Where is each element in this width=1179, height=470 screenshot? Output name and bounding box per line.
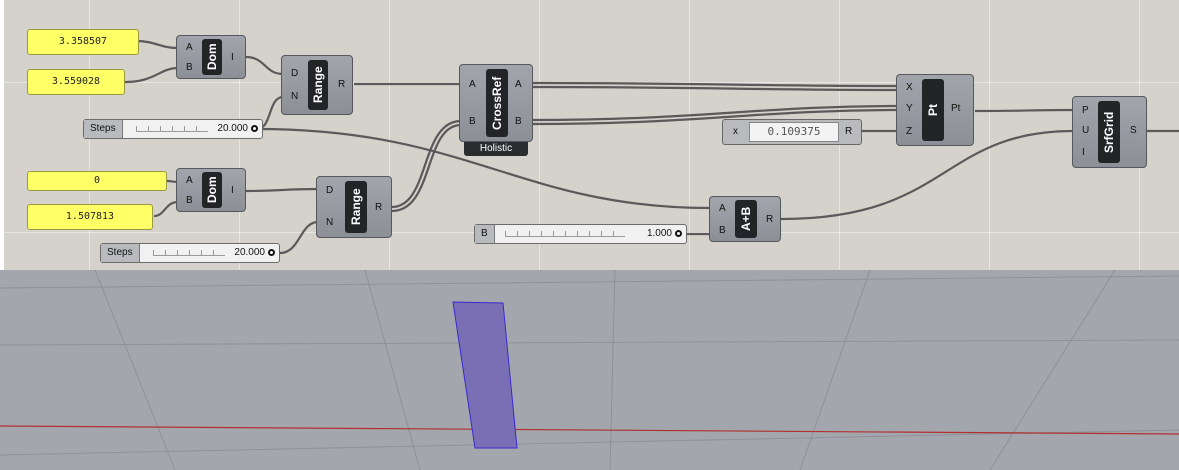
construct-domain-component[interactable]: A B Dom I — [176, 168, 246, 212]
panel-value: 3.358507 — [58, 36, 108, 47]
value-panel[interactable]: 3.358507 — [27, 29, 139, 55]
component-core: Range — [308, 60, 328, 110]
panel-value: 0 — [93, 175, 101, 186]
slider-label: B — [475, 225, 495, 243]
grasshopper-canvas[interactable]: 3.358507 3.559028 0 1.507813 A B Dom I D… — [4, 0, 1179, 270]
output-r-label: R — [766, 214, 774, 225]
slider-grip-icon[interactable] — [251, 125, 258, 132]
slider-value: 20.000 — [234, 247, 265, 258]
input-a-label: A — [186, 175, 193, 186]
input-d-label: D — [326, 185, 334, 196]
wire — [532, 81, 899, 88]
input-a-label: A — [719, 203, 726, 214]
grid-line — [94, 270, 176, 470]
value-panel[interactable]: 0 — [27, 171, 167, 191]
input-b-label: B — [719, 225, 726, 236]
construct-domain-component[interactable]: A B Dom I — [176, 35, 246, 79]
steps-slider[interactable]: Steps 20.000 — [83, 119, 263, 139]
number-box-value[interactable]: 0.109375 — [749, 122, 839, 142]
rhino-viewport[interactable] — [0, 270, 1179, 470]
viewport-scene — [0, 270, 1179, 470]
wire — [391, 119, 462, 209]
wire — [279, 220, 319, 255]
slider-value: 20.000 — [217, 123, 248, 134]
b-slider[interactable]: B 1.000 — [474, 224, 687, 244]
wire — [391, 123, 462, 213]
crossref-component[interactable]: A B CrossRef A B — [459, 64, 533, 142]
input-d-label: D — [291, 68, 299, 79]
input-b-label: B — [469, 116, 476, 127]
grid-line — [364, 270, 421, 470]
grid-line — [0, 339, 1179, 346]
wire — [245, 187, 319, 193]
output-s-label: S — [1130, 125, 1137, 136]
input-b-label: B — [186, 62, 193, 73]
input-a-label: A — [469, 79, 476, 90]
slider-grip-icon[interactable] — [675, 230, 682, 237]
component-core: Range — [345, 181, 367, 233]
wire — [532, 85, 899, 92]
output-r-label: R — [375, 202, 383, 213]
input-u-label: U — [1082, 125, 1090, 136]
panel-value: 3.559028 — [51, 76, 101, 87]
slider-label: Steps — [101, 244, 140, 262]
steps-slider[interactable]: Steps 20.000 — [100, 243, 280, 263]
slider-track[interactable] — [153, 250, 225, 256]
number-box-label: x — [733, 126, 738, 137]
value-panel[interactable]: 1.507813 — [27, 204, 153, 230]
wire — [135, 39, 179, 50]
number-box[interactable]: x 0.109375 R — [722, 119, 862, 145]
wire — [153, 200, 179, 218]
component-core: SrfGrid — [1098, 101, 1120, 163]
input-y-label: Y — [906, 103, 913, 114]
crossref-mode-caption: Holistic — [464, 142, 528, 156]
output-r-label: R — [338, 79, 346, 90]
slider-track[interactable] — [136, 126, 208, 132]
number-box-output-label: R — [845, 126, 853, 137]
addition-component[interactable]: A B A+B R — [709, 196, 781, 242]
range-component[interactable]: D N Range R — [316, 176, 392, 238]
grid-line — [799, 270, 871, 470]
surface-preview — [452, 301, 518, 449]
output-i-label: I — [231, 185, 234, 196]
x-axis-line — [0, 425, 1179, 435]
surface-grid-component[interactable]: P U I SrfGrid S — [1072, 96, 1147, 168]
component-core: A+B — [735, 200, 757, 238]
input-n-label: N — [291, 91, 299, 102]
component-core: CrossRef — [486, 69, 508, 137]
component-core: Dom — [202, 39, 222, 75]
slider-grip-icon[interactable] — [268, 249, 275, 256]
input-n-label: N — [326, 217, 334, 228]
component-core: Pt — [922, 79, 944, 141]
panel-value: 1.507813 — [65, 211, 115, 222]
value-panel[interactable]: 3.559028 — [27, 69, 125, 95]
input-b-label: B — [186, 195, 193, 206]
grid-line — [989, 270, 1116, 470]
wire — [124, 66, 179, 84]
input-i-label: I — [1082, 147, 1085, 158]
input-p-label: P — [1082, 105, 1089, 116]
grid-line — [609, 270, 616, 470]
slider-label: Steps — [84, 120, 123, 138]
component-core: Dom — [202, 172, 222, 208]
output-pt-label: Pt — [951, 103, 961, 114]
input-a-label: A — [186, 42, 193, 53]
output-i-label: I — [231, 52, 234, 63]
range-component[interactable]: D N Range R — [281, 55, 353, 115]
output-b-label: B — [515, 116, 522, 127]
input-x-label: X — [906, 82, 913, 93]
slider-track[interactable] — [505, 231, 625, 237]
wire — [245, 55, 284, 76]
grid-line — [0, 275, 1179, 289]
input-z-label: Z — [906, 126, 913, 137]
perspective-grid — [0, 270, 1179, 470]
construct-point-component[interactable]: X Y Z Pt Pt — [896, 74, 974, 146]
output-a-label: A — [515, 79, 522, 90]
slider-value: 1.000 — [646, 228, 672, 239]
wire — [974, 108, 1075, 113]
